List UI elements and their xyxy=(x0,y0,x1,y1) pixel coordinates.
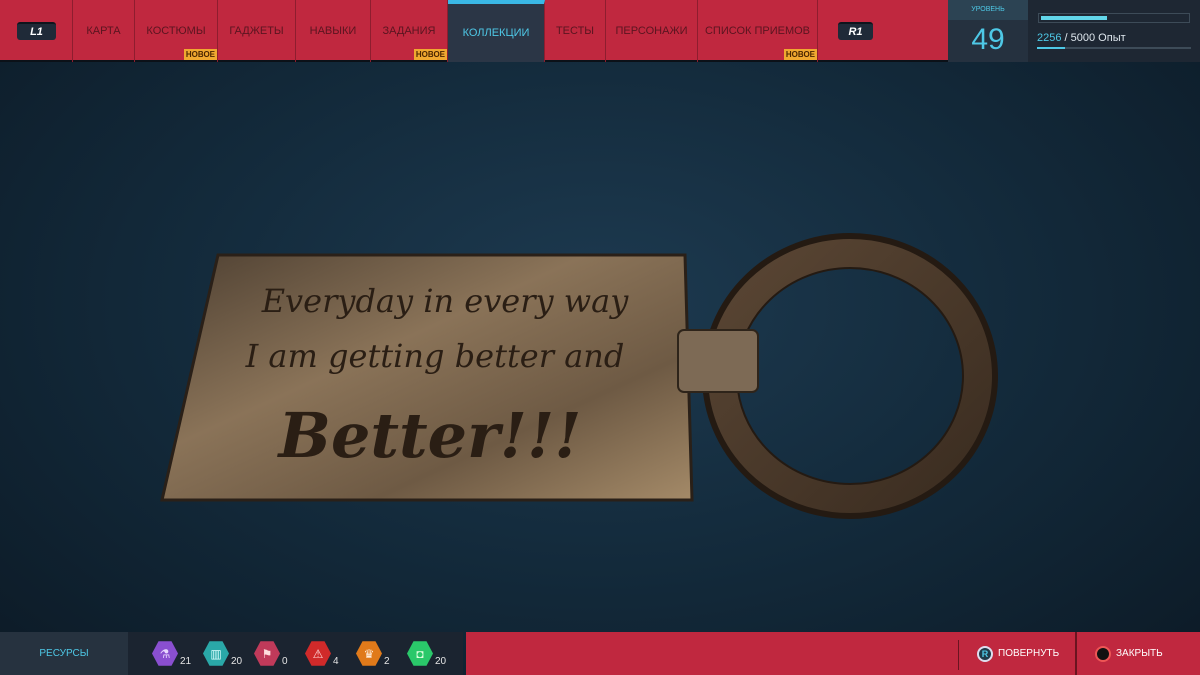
city-icon: ▥ xyxy=(203,641,229,666)
resource-count: 20 xyxy=(435,655,447,667)
tab-missions[interactable]: ЗАДАНИЯ НОВОЕ xyxy=(371,0,448,62)
tab-label: ПЕРСОНАЖИ xyxy=(615,25,688,37)
r-stick-icon: R xyxy=(977,645,993,662)
tab-label: ЗАДАНИЯ xyxy=(382,25,436,37)
tab-label: КАРТА xyxy=(86,25,121,37)
action-bar xyxy=(466,632,1200,675)
tab-label: НАВЫКИ xyxy=(309,25,357,37)
tab-label: ТЕСТЫ xyxy=(555,25,595,37)
level-value: 49 xyxy=(971,23,1005,56)
tag-clip xyxy=(677,329,759,393)
tab-map[interactable]: КАРТА xyxy=(72,0,135,62)
tab-label: СПИСОК ПРИЕМОВ xyxy=(704,25,811,37)
new-badge: НОВОЕ xyxy=(413,49,447,60)
tab-tests[interactable]: ТЕСТЫ xyxy=(545,0,606,62)
trophy-icon: ♛ xyxy=(356,641,382,666)
tab-collections[interactable]: КОЛЛЕКЦИИ xyxy=(448,0,545,62)
resource-challenge: ♛ 2 xyxy=(356,641,407,667)
xp-panel: 2256 / 5000 Опыт xyxy=(1028,0,1200,62)
warning-icon: ⚠ xyxy=(305,641,331,666)
level-label: УРОВЕНЬ xyxy=(948,0,1028,20)
tab-gadgets[interactable]: ГАДЖЕТЫ xyxy=(218,0,296,62)
resource-backpack: ◘ 20 xyxy=(407,641,458,667)
resource-count: 21 xyxy=(180,655,192,667)
tab-label: КОСТЮМЫ xyxy=(146,25,206,37)
top-nav: L1 КАРТА КОСТЮМЫ НОВОЕ ГАДЖЕТЫ НАВЫКИ ЗАД… xyxy=(0,0,948,62)
resources-list: ⚗ 21 ▥ 20 ⚑ 0 ⚠ 4 ♛ 2 ◘ 20 xyxy=(128,632,463,675)
resource-research: ⚗ 21 xyxy=(152,641,203,667)
tab-label: КОЛЛЕКЦИИ xyxy=(462,27,530,39)
l1-button[interactable]: L1 xyxy=(17,22,56,40)
collectible-keychain[interactable]: Everyday in every way I am getting bette… xyxy=(0,62,1200,632)
new-badge: НОВОЕ xyxy=(183,49,217,60)
tab-characters[interactable]: ПЕРСОНАЖИ xyxy=(606,0,698,62)
resource-flag: ⚑ 0 xyxy=(254,641,305,667)
rotate-label: ПОВЕРНУТЬ xyxy=(998,648,1060,659)
r1-button[interactable]: R1 xyxy=(838,22,873,40)
tab-skills[interactable]: НАВЫКИ xyxy=(296,0,371,62)
resource-crime: ⚠ 4 xyxy=(305,641,356,667)
resource-count: 4 xyxy=(333,655,339,667)
resource-city: ▥ 20 xyxy=(203,641,254,667)
engraving-line-2: I am getting better and xyxy=(245,337,625,375)
circle-button-icon xyxy=(1095,645,1111,662)
resource-count: 2 xyxy=(384,655,390,667)
rotate-button[interactable]: R ПОВЕРНУТЬ xyxy=(977,632,1059,675)
backpack-icon: ◘ xyxy=(407,641,433,666)
new-badge: НОВОЕ xyxy=(783,49,817,60)
tab-label: ГАДЖЕТЫ xyxy=(229,25,284,37)
xp-progress-bar xyxy=(1038,13,1190,23)
engraving-line-3: Better!!! xyxy=(277,399,582,472)
tab-suits[interactable]: КОСТЮМЫ НОВОЕ xyxy=(135,0,218,62)
bottom-bar: РЕСУРСЫ ⚗ 21 ▥ 20 ⚑ 0 ⚠ 4 ♛ 2 ◘ 20 R ПОВЕРНУТЬ … xyxy=(0,632,1200,675)
resources-label: РЕСУРСЫ xyxy=(0,632,128,675)
research-icon: ⚗ xyxy=(152,641,178,666)
tab-move-list[interactable]: СПИСОК ПРИЕМОВ НОВОЕ xyxy=(698,0,818,62)
level-panel: УРОВЕНЬ 49 xyxy=(948,0,1028,62)
close-label: ЗАКРЫТЬ xyxy=(1116,648,1163,659)
close-button[interactable]: ЗАКРЫТЬ xyxy=(1095,632,1163,675)
xp-text: 2256 / 5000 Опыт xyxy=(1037,32,1126,44)
resource-count: 20 xyxy=(231,655,243,667)
engraving-line-1: Everyday in every way xyxy=(261,282,630,320)
resource-count: 0 xyxy=(282,655,288,667)
flag-icon: ⚑ xyxy=(254,641,280,666)
